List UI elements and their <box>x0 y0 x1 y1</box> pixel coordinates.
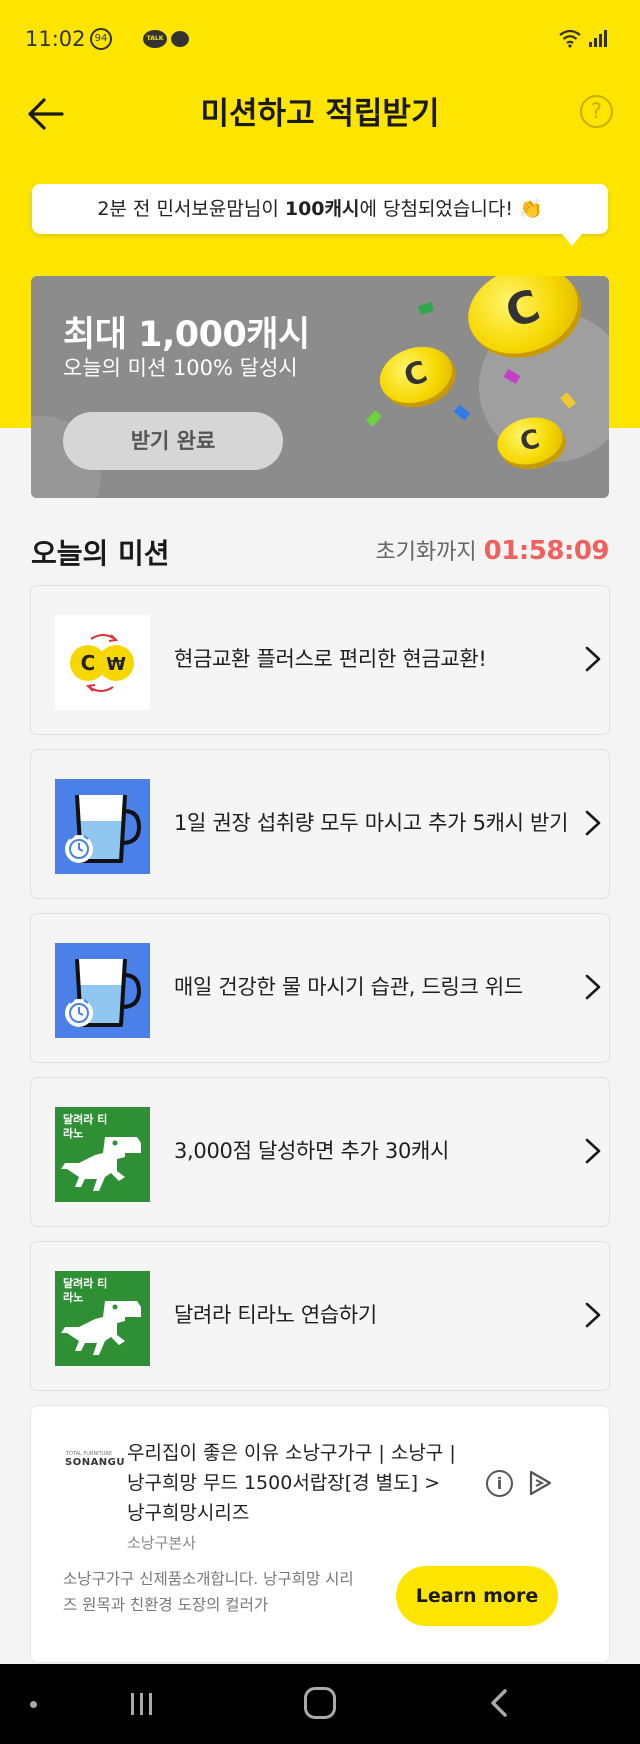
svg-text:W: W <box>106 654 126 675</box>
reward-banner: 최대 1,000캐시 오늘의 미션 100% 달성시 받기 완료 C C C <box>31 276 609 498</box>
dinosaur-game-icon: 달려라 티라노 <box>55 1107 150 1202</box>
logo-text: SONANGU <box>65 1457 126 1468</box>
banner-subtitle: 오늘의 미션 100% 달성시 <box>63 356 298 380</box>
mission-item-water-daily-intake[interactable]: 1일 권장 섭취량 모두 마시고 추가 5캐시 받기 <box>30 749 610 899</box>
header: 미션하고 적립받기 ? <box>0 80 640 180</box>
mission-label: 1일 권장 섭취량 모두 마시고 추가 5캐시 받기 <box>174 811 569 835</box>
today-mission-header: 오늘의 미션 초기화까지 01:58:09 <box>31 528 610 572</box>
ad-advertiser: 소낭구본사 <box>127 1534 197 1552</box>
confetti <box>453 404 471 421</box>
winner-prefix: 2분 전 민서보윤맘님이 <box>97 198 285 220</box>
reset-countdown: 초기화까지 01:58:09 <box>375 534 609 566</box>
mission-label: 현금교환 플러스로 편리한 현금교환! <box>174 647 487 671</box>
kakaotalk-icon: TALK <box>143 30 167 48</box>
notification-count-badge: 94 <box>90 28 112 50</box>
chat-bubble-icon <box>171 31 189 47</box>
nav-dot-icon <box>30 1701 37 1708</box>
help-icon[interactable]: ? <box>580 95 613 128</box>
water-cup-alarm-icon <box>55 779 150 874</box>
mission-item-cash-exchange[interactable]: C W 현금교환 플러스로 편리한 현금교환! <box>30 585 610 735</box>
mission-label: 매일 건강한 물 마시기 습관, 드링크 위드 <box>174 975 523 999</box>
mission-label: 달려라 티라노 연습하기 <box>174 1303 377 1327</box>
chevron-right-icon <box>585 646 601 672</box>
claim-complete-button[interactable]: 받기 완료 <box>63 412 283 470</box>
status-bar: 11:02 94 TALK <box>0 0 640 80</box>
back-icon[interactable] <box>487 1688 511 1718</box>
dinosaur-game-icon: 달려라 티라노 <box>55 1271 150 1366</box>
learn-more-button[interactable]: Learn more <box>396 1566 558 1626</box>
ad-card[interactable]: TOTAL FURNITURE SONANGU 우리집이 좋은 이유 소낭구가구… <box>30 1405 610 1663</box>
mission-item-tyrano-score[interactable]: 달려라 티라노 3,000점 달성하면 추가 30캐시 <box>30 1077 610 1227</box>
winner-notification-bubble: 2분 전 민서보윤맘님이 100캐시에 당첨되었습니다! 👏 <box>32 184 608 246</box>
mission-label: 3,000점 달성하면 추가 30캐시 <box>174 1139 450 1163</box>
coin-letter: C <box>399 354 432 395</box>
info-icon[interactable]: i <box>486 1470 513 1497</box>
mission-item-tyrano-practice[interactable]: 달려라 티라노 달려라 티라노 연습하기 <box>30 1241 610 1391</box>
status-time: 11:02 <box>25 27 86 51</box>
signal-icon <box>589 30 607 47</box>
ad-headline[interactable]: 우리집이 좋은 이유 소낭구가구 | 소낭구 | 낭구희망 무드 1500서랍장… <box>127 1438 457 1528</box>
section-title: 오늘의 미션 <box>31 537 170 570</box>
winner-amount: 100캐시 <box>284 198 360 220</box>
winner-suffix: 에 당첨되었습니다! 👏 <box>359 198 543 220</box>
banner-title: 최대 1,000캐시 <box>63 315 310 355</box>
svg-text:C: C <box>81 651 96 675</box>
chevron-right-icon <box>585 810 601 836</box>
mission-item-drink-with[interactable]: 매일 건강한 물 마시기 습관, 드링크 위드 <box>30 913 610 1063</box>
confetti <box>417 301 435 316</box>
recent-apps-icon[interactable] <box>128 1690 156 1718</box>
advertiser-logo: TOTAL FURNITURE SONANGU <box>65 1451 126 1468</box>
adchoices-icon[interactable] <box>526 1469 554 1497</box>
home-icon[interactable] <box>304 1687 336 1719</box>
chevron-right-icon <box>585 1138 601 1164</box>
coin-icon: C <box>372 337 460 413</box>
chevron-right-icon <box>585 1302 601 1328</box>
wifi-icon <box>559 29 581 48</box>
reset-label: 초기화까지 <box>375 540 484 565</box>
system-navigation-bar <box>0 1664 640 1744</box>
reset-timer: 01:58:09 <box>483 536 610 566</box>
ad-description: 소낭구가구 신제품소개합니다. 낭구희망 시리즈 원목과 친환경 도장의 컬러가 <box>63 1570 354 1614</box>
cash-exchange-icon: C W <box>55 615 150 710</box>
page-title: 미션하고 적립받기 <box>200 96 440 132</box>
chevron-right-icon <box>585 974 601 1000</box>
water-cup-alarm-icon <box>55 943 150 1038</box>
confetti <box>366 410 382 427</box>
